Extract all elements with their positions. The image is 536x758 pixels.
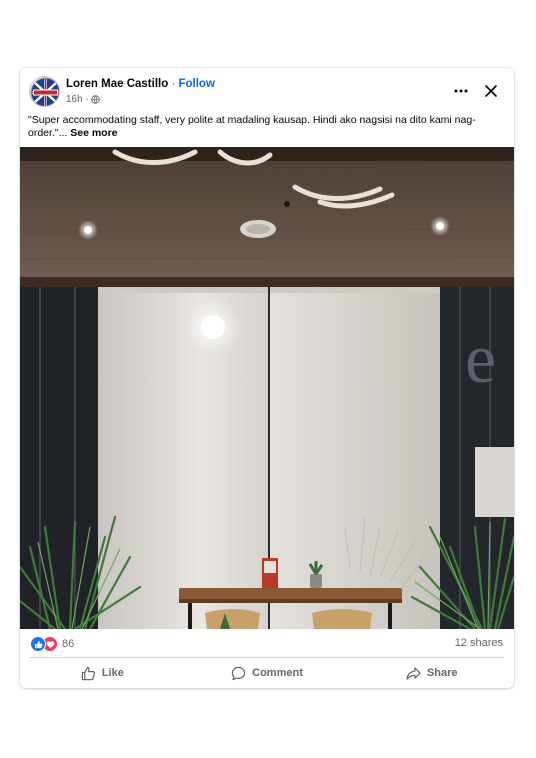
reaction-count: 86 (62, 638, 75, 650)
avatar[interactable] (29, 76, 60, 107)
post-stats: 86 12 shares (20, 634, 514, 654)
thumbs-up-icon (81, 666, 95, 680)
reactions-summary[interactable]: 86 (30, 636, 74, 652)
more-options-button[interactable] (450, 80, 472, 102)
follow-link[interactable]: Follow (178, 78, 214, 90)
author-name[interactable]: Loren Mae Castillo (66, 78, 168, 90)
post-header: Loren Mae Castillo · Follow 16h · (20, 68, 514, 112)
globe-icon (91, 95, 100, 104)
more-options-icon (454, 89, 468, 93)
close-button[interactable] (480, 80, 502, 102)
shares-count[interactable]: 12 shares (455, 637, 503, 649)
post-text: "Super accommodating staff, very polite … (28, 114, 506, 140)
like-button[interactable]: Like (20, 660, 185, 686)
see-more-link[interactable]: See more (70, 127, 117, 139)
share-button[interactable]: Share (349, 660, 514, 686)
speech-bubble-icon (231, 666, 246, 680)
comment-label: Comment (252, 667, 303, 679)
svg-text:e: e (465, 321, 496, 398)
post-meta: 16h · (66, 94, 100, 105)
comment-button[interactable]: Comment (185, 660, 350, 686)
timestamp[interactable]: 16h · (66, 94, 89, 105)
author-line: Loren Mae Castillo · Follow (66, 78, 215, 90)
share-arrow-icon (406, 666, 421, 680)
post-card: Loren Mae Castillo · Follow 16h · "Super… (20, 68, 514, 688)
divider (30, 657, 504, 658)
thumbs-up-reaction-icon (30, 636, 46, 652)
share-label: Share (426, 667, 458, 679)
action-bar: Like Comment Share (20, 660, 514, 686)
post-photo[interactable]: e (20, 147, 514, 629)
like-label: Like (101, 667, 124, 679)
close-icon (485, 85, 497, 97)
logo-icon (30, 77, 59, 106)
separator-dot: · (168, 78, 179, 90)
